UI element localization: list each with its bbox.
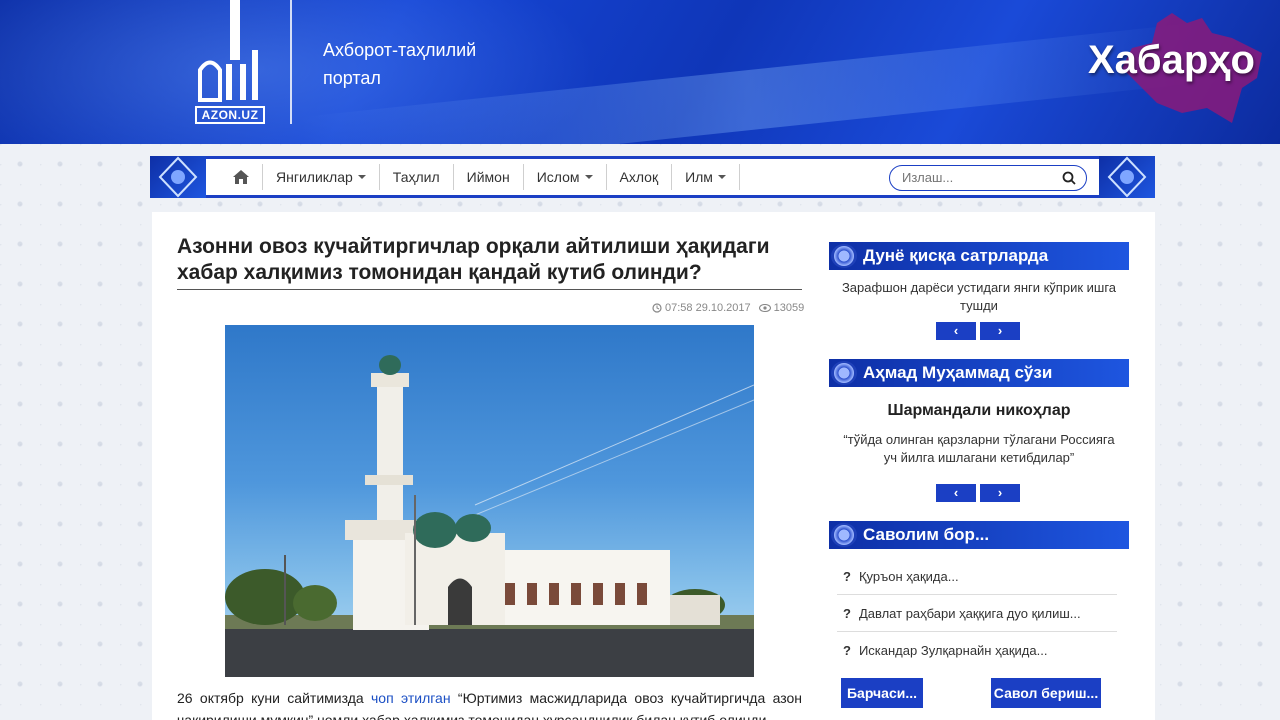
site-header: AZON.UZ Ахборот-таҳлилий портал Хабарҳо [0, 0, 1280, 144]
list-item[interactable]: ? Давлат раҳбари ҳаққига дуо қилиш... [837, 595, 1117, 632]
nav-item-islam[interactable]: Ислом [524, 164, 607, 190]
list-item[interactable]: ? Искандар Зулқарнайн ҳақида... [837, 632, 1117, 669]
news-pager: ‹ › [936, 322, 1020, 340]
qa-widget-header: Саволим бор... [829, 521, 1129, 549]
home-icon [233, 170, 249, 184]
ornament-icon [831, 361, 857, 385]
prev-button[interactable]: ‹ [936, 322, 976, 340]
widget-title: Саволим бор... [863, 525, 990, 544]
article-title: Азонни овоз кучайтиргичлар орқали айтили… [177, 235, 770, 284]
main-nav: Янгиликлар Таҳлил Иймон Ислом Ахлоқ Илм [150, 156, 1155, 198]
nav-item-label: Таҳлил [392, 169, 440, 185]
article-body: 26 октябр куни сайтимизда чоп этилган “Ю… [177, 687, 802, 720]
nav-item-faith[interactable]: Иймон [454, 164, 524, 190]
widget-title: Дунё қисқа сатрларда [863, 246, 1049, 265]
question-mark-icon: ? [843, 643, 851, 658]
quote-text: “тўйда олинган қарзларни тўлагани Россия… [843, 432, 1115, 465]
ornament-icon [831, 244, 857, 268]
widget-title: Аҳмад Муҳаммад сўзи [863, 363, 1053, 382]
prev-button[interactable]: ‹ [936, 484, 976, 502]
nav-item-label: Иймон [466, 169, 510, 185]
article-meta: 07:58 29.10.2017 13059 [652, 302, 804, 314]
nav-item-science[interactable]: Илм [672, 164, 740, 190]
question-mark-icon: ? [843, 569, 851, 584]
quote-pager: ‹ › [936, 484, 1020, 502]
question-list: ? Қуръон ҳақида... ? Давлат раҳбари ҳаққиг… [837, 558, 1117, 669]
eye-icon [758, 304, 771, 312]
clock-icon [652, 303, 662, 313]
content-area: Азонни овоз кучайтиргичлар орқали айтили… [152, 212, 1155, 720]
time-text: 07:58 29.10.2017 [665, 302, 751, 314]
question-text: Давлат раҳбари ҳаққига дуо қилиш... [858, 606, 1081, 621]
search-input[interactable] [902, 170, 1052, 185]
search-box [889, 165, 1087, 191]
brand-title: Хабарҳо [1088, 38, 1255, 82]
tagline-line1: Ахборот-таҳлилий [323, 40, 477, 60]
nav-item-label: Ислом [536, 169, 580, 185]
title-divider [177, 289, 802, 290]
tagline-line2: портал [323, 68, 381, 88]
home-button[interactable] [220, 164, 263, 190]
quote-title[interactable]: Шармандали никоҳлар [829, 402, 1129, 420]
article-text-start: 26 октябр куни сайтимизда [177, 690, 371, 706]
article-views: 13059 [758, 302, 805, 314]
site-tagline: Ахборот-таҳлилий портал [323, 36, 523, 92]
nav-item-ethics[interactable]: Ахлоқ [607, 164, 673, 190]
nav-item-label: Янгиликлар [276, 169, 353, 185]
all-questions-button[interactable]: Барчаси... [841, 678, 923, 708]
article-link[interactable]: чоп этилган [371, 690, 451, 706]
next-button[interactable]: › [980, 322, 1020, 340]
quote-widget-header: Аҳмад Муҳаммад сўзи [829, 359, 1129, 387]
caret-down-icon [357, 175, 366, 179]
nav-ornament-left [150, 156, 206, 198]
nav-item-label: Ахлоқ [619, 169, 659, 185]
question-text: Қуръон ҳақида... [858, 569, 959, 584]
article-time: 07:58 29.10.2017 [652, 302, 751, 314]
caret-down-icon [717, 175, 726, 179]
caret-down-icon [584, 175, 593, 179]
nav-item-label: Илм [685, 169, 713, 185]
views-count: 13059 [773, 302, 805, 314]
list-item[interactable]: ? Қуръон ҳақида... [837, 558, 1117, 595]
logo-caption: AZON.UZ [195, 106, 265, 124]
search-icon[interactable] [1062, 171, 1076, 185]
news-widget-text[interactable]: Зарафшон дарёси устидаги янги кўприк ишг… [829, 279, 1129, 315]
nav-item-news[interactable]: Янгиликлар [263, 164, 380, 190]
question-mark-icon: ? [843, 606, 851, 621]
ornament-icon [831, 523, 857, 547]
news-widget-header: Дунё қисқа сатрларда [829, 242, 1129, 270]
question-text: Искандар Зулқарнайн ҳақида... [858, 643, 1048, 658]
nav-item-analysis[interactable]: Таҳлил [380, 164, 454, 190]
article-image-mosque [225, 325, 754, 677]
header-divider [290, 0, 292, 124]
next-button[interactable]: › [980, 484, 1020, 502]
nav-ornament-right [1099, 156, 1155, 198]
ask-question-button[interactable]: Савол бериш... [991, 678, 1101, 708]
